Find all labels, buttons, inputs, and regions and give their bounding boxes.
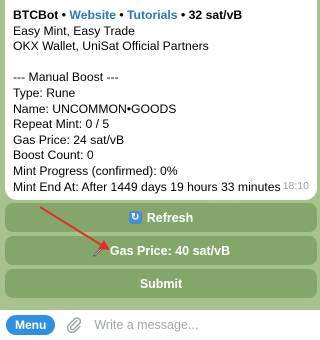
menu-button[interactable]: Menu [6,315,56,335]
gas-price-button[interactable]: Gas Price: 40 sat/vB [5,236,317,265]
refresh-button-label: Refresh [146,210,194,225]
website-link[interactable]: Website [69,8,116,22]
tutorials-link[interactable]: Tutorials [127,8,178,22]
fee-rate: 32 sat/vB [188,8,243,22]
message-line-section: --- Manual Boost --- [13,70,119,85]
bot-name: BTCBot [13,8,59,22]
gas-price-button-label: Gas Price: 40 sat/vB [109,243,231,258]
message-line-repeat-mint: Repeat Mint: 0 / 5 [13,117,110,132]
message-line-partners: OKX Wallet, UniSat Official Partners [13,39,209,54]
separator: • [61,8,67,22]
message-line-mint-progress: Mint Progress (confirmed): 0% [13,163,178,178]
submit-button[interactable]: Submit [5,269,317,298]
message-time: 18:10 [282,180,309,193]
bot-message-bubble: BTCBot • Website • Tutorials • 32 sat/vB… [5,0,317,200]
separator: • [119,8,124,22]
paperclip-icon[interactable] [65,316,83,334]
separator: • [180,8,186,22]
message-line-type: Type: Rune [13,85,76,100]
message-line-boost-count: Boost Count: 0 [13,148,94,163]
message-line-tagline: Easy Mint, Easy Trade [13,23,135,38]
submit-button-label: Submit [139,276,183,291]
message-line-mint-end: Mint End At: After 1449 days 19 hours 33… [13,179,281,194]
message-line-blank [13,55,309,71]
message-line-gas-price: Gas Price: 24 sat/vB [13,132,125,147]
pencil-icon [93,246,104,257]
message-header: BTCBot • Website • Tutorials • 32 sat/vB [13,8,309,24]
message-line-name: Name: UNCOMMON•GOODS [13,101,177,116]
refresh-icon: ↻ [128,211,142,224]
message-composer: Menu Write a message... [0,310,320,340]
refresh-button[interactable]: ↻ Refresh [5,203,317,232]
message-input[interactable]: Write a message... [94,318,198,332]
